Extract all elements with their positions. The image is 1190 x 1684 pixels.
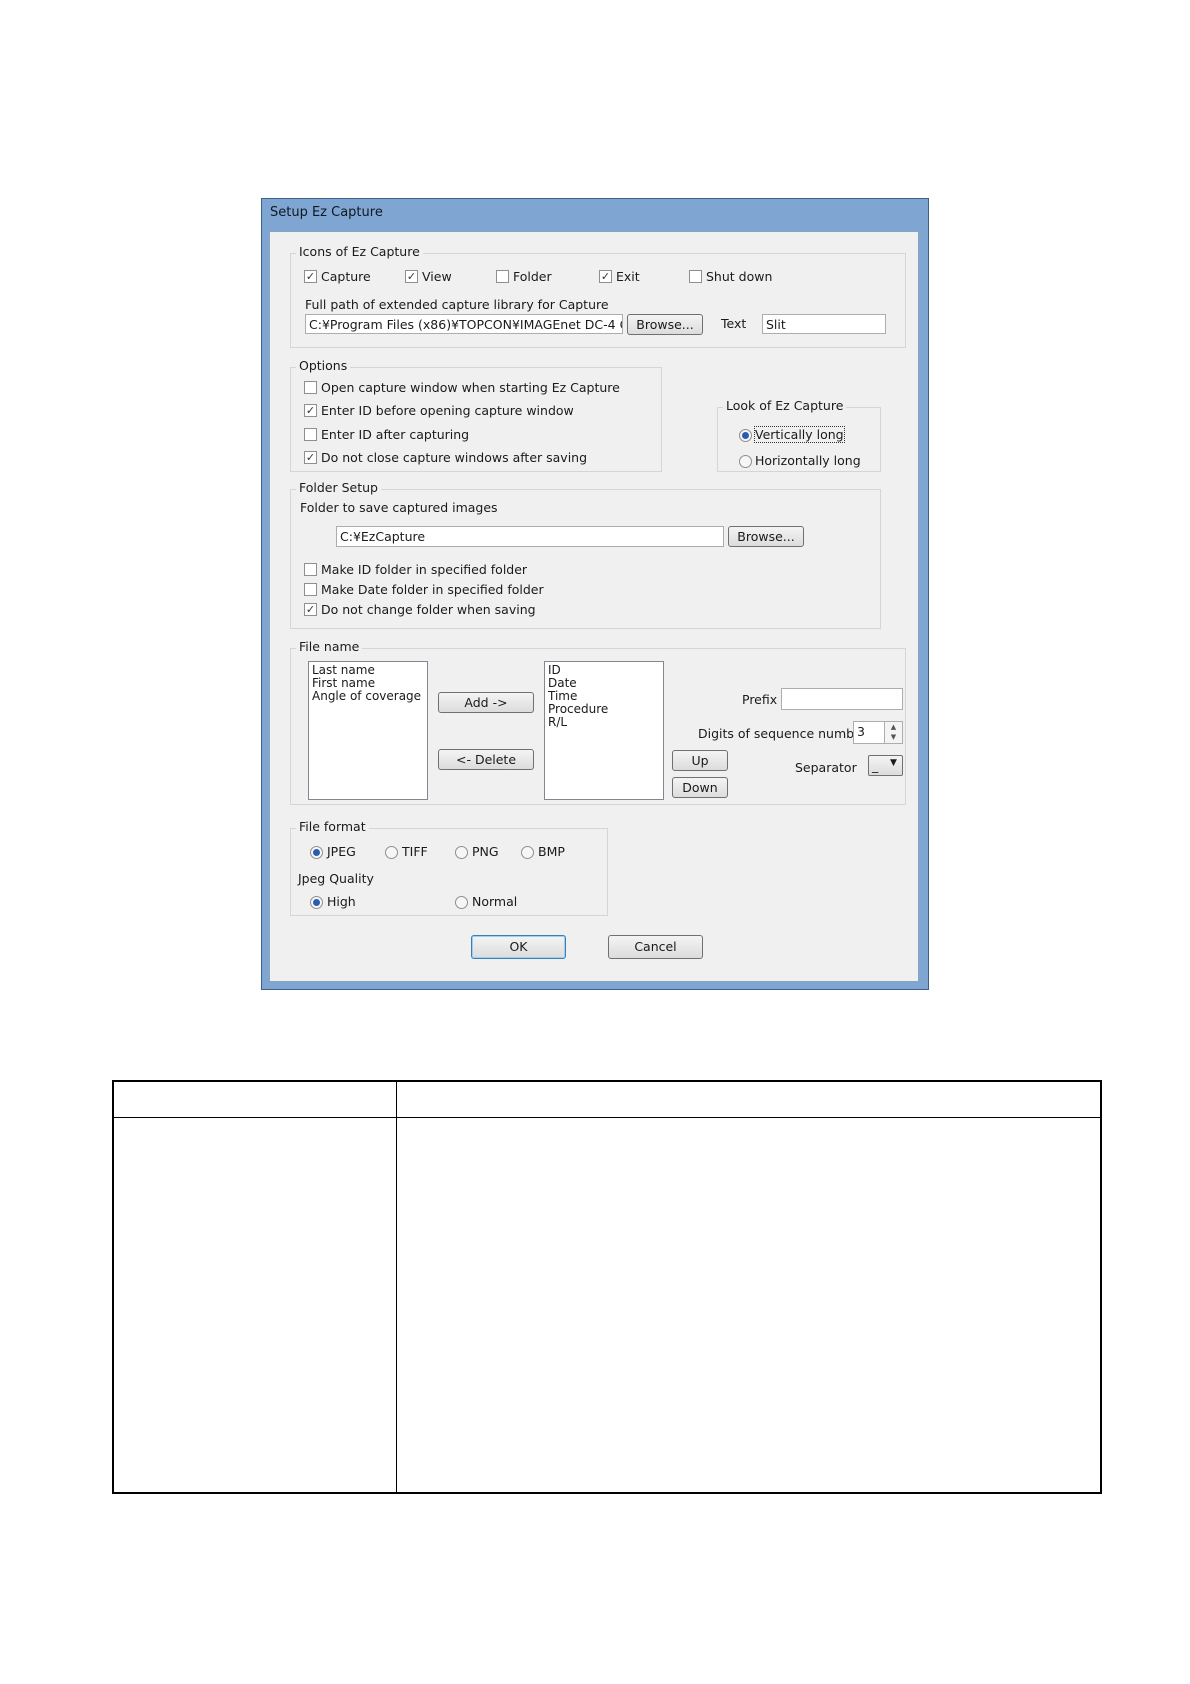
exit-checkbox[interactable]: ✓ — [599, 270, 612, 283]
setup-dialog: Setup Ez Capture Icons of Ez Capture ✓ C… — [261, 198, 929, 990]
vertically-long-label: Vertically long — [754, 426, 845, 443]
icons-group-label: Icons of Ez Capture — [296, 244, 423, 259]
separator-value: _ — [872, 758, 879, 773]
library-browse-button[interactable]: Browse... — [627, 314, 703, 335]
filename-group-label: File name — [296, 639, 363, 654]
vertically-long-radio[interactable] — [739, 429, 752, 442]
exit-label: Exit — [616, 269, 640, 284]
digits-label: Digits of sequence number — [698, 726, 867, 741]
folder-path-field[interactable]: C:¥EzCapture — [336, 526, 724, 547]
down-button[interactable]: Down — [672, 777, 728, 798]
jpeg-label: JPEG — [327, 844, 356, 859]
add-button[interactable]: Add -> — [438, 692, 534, 713]
separator-label: Separator — [795, 760, 857, 775]
high-quality-label: High — [327, 894, 356, 909]
bmp-label: BMP — [538, 844, 565, 859]
id-folder-label: Make ID folder in specified folder — [321, 562, 528, 577]
folder-label: Folder — [513, 269, 552, 284]
capture-checkbox[interactable]: ✓ — [304, 270, 317, 283]
folder-browse-button[interactable]: Browse... — [728, 526, 804, 547]
library-path-field[interactable]: C:¥Program Files (x86)¥TOPCON¥IMAGEnet D… — [305, 314, 623, 334]
png-label: PNG — [472, 844, 499, 859]
table-column-divider — [396, 1082, 397, 1492]
view-label: View — [422, 269, 452, 284]
title-bar[interactable]: Setup Ez Capture — [262, 199, 928, 229]
tiff-label: TIFF — [402, 844, 428, 859]
ok-button[interactable]: OK — [471, 935, 566, 959]
no-change-folder-label: Do not change folder when saving — [321, 602, 536, 617]
no-change-folder-checkbox[interactable]: ✓ — [304, 603, 317, 616]
view-checkbox[interactable]: ✓ — [405, 270, 418, 283]
normal-quality-radio[interactable] — [455, 896, 468, 909]
normal-quality-label: Normal — [472, 894, 518, 909]
shut-down-checkbox[interactable] — [689, 270, 702, 283]
options-group-label: Options — [296, 358, 351, 373]
date-folder-label: Make Date folder in specified folder — [321, 582, 544, 597]
table-header-divider — [114, 1117, 1100, 1118]
folder-path-label: Folder to save captured images — [300, 500, 498, 515]
text-label: Text — [721, 316, 747, 331]
list-item[interactable]: Angle of coverage — [312, 690, 424, 703]
chevron-down-icon: ▼ — [890, 758, 897, 768]
id-folder-checkbox[interactable] — [304, 563, 317, 576]
id-after-label: Enter ID after capturing — [321, 427, 470, 442]
open-on-start-label: Open capture window when starting Ez Cap… — [321, 380, 620, 395]
id-after-checkbox[interactable] — [304, 428, 317, 441]
description-table — [112, 1080, 1102, 1494]
window-title: Setup Ez Capture — [270, 205, 383, 220]
high-quality-radio[interactable] — [310, 896, 323, 909]
cancel-button[interactable]: Cancel — [608, 935, 703, 959]
id-before-checkbox[interactable]: ✓ — [304, 404, 317, 417]
keep-open-checkbox[interactable]: ✓ — [304, 451, 317, 464]
spin-up-icon[interactable]: ▲ — [885, 722, 902, 732]
open-on-start-checkbox[interactable] — [304, 381, 317, 394]
tiff-radio[interactable] — [385, 846, 398, 859]
folder-group-label: Folder Setup — [296, 480, 381, 495]
dialog-client-area: Icons of Ez Capture ✓ Capture ✓ View Fol… — [269, 231, 919, 982]
text-field[interactable]: Slit — [762, 314, 886, 334]
jpeg-radio[interactable] — [310, 846, 323, 859]
prefix-field[interactable] — [781, 688, 903, 710]
look-group-label: Look of Ez Capture — [723, 398, 847, 413]
capture-label: Capture — [321, 269, 371, 284]
prefix-label: Prefix — [742, 692, 778, 707]
png-radio[interactable] — [455, 846, 468, 859]
up-button[interactable]: Up — [672, 750, 728, 771]
available-fields-list[interactable]: Last name First name Angle of coverage — [308, 661, 428, 800]
horizontally-long-radio[interactable] — [739, 455, 752, 468]
selected-fields-list[interactable]: ID Date Time Procedure R/L — [544, 661, 664, 800]
spin-down-icon[interactable]: ▼ — [885, 732, 902, 742]
date-folder-checkbox[interactable] — [304, 583, 317, 596]
keep-open-label: Do not close capture windows after savin… — [321, 450, 588, 465]
digits-field[interactable]: 3 — [853, 721, 885, 744]
id-before-label: Enter ID before opening capture window — [321, 403, 574, 418]
jpeg-quality-label: Jpeg Quality — [298, 871, 374, 886]
format-group-label: File format — [296, 819, 369, 834]
list-item[interactable]: R/L — [548, 716, 660, 729]
horizontally-long-label: Horizontally long — [755, 453, 861, 468]
separator-select[interactable]: _ ▼ — [868, 755, 903, 776]
bmp-radio[interactable] — [521, 846, 534, 859]
folder-checkbox[interactable] — [496, 270, 509, 283]
shut-down-label: Shut down — [706, 269, 773, 284]
delete-button[interactable]: <- Delete — [438, 749, 534, 770]
library-path-label: Full path of extended capture library fo… — [305, 297, 609, 312]
digits-spinner[interactable]: ▲ ▼ — [884, 721, 903, 744]
